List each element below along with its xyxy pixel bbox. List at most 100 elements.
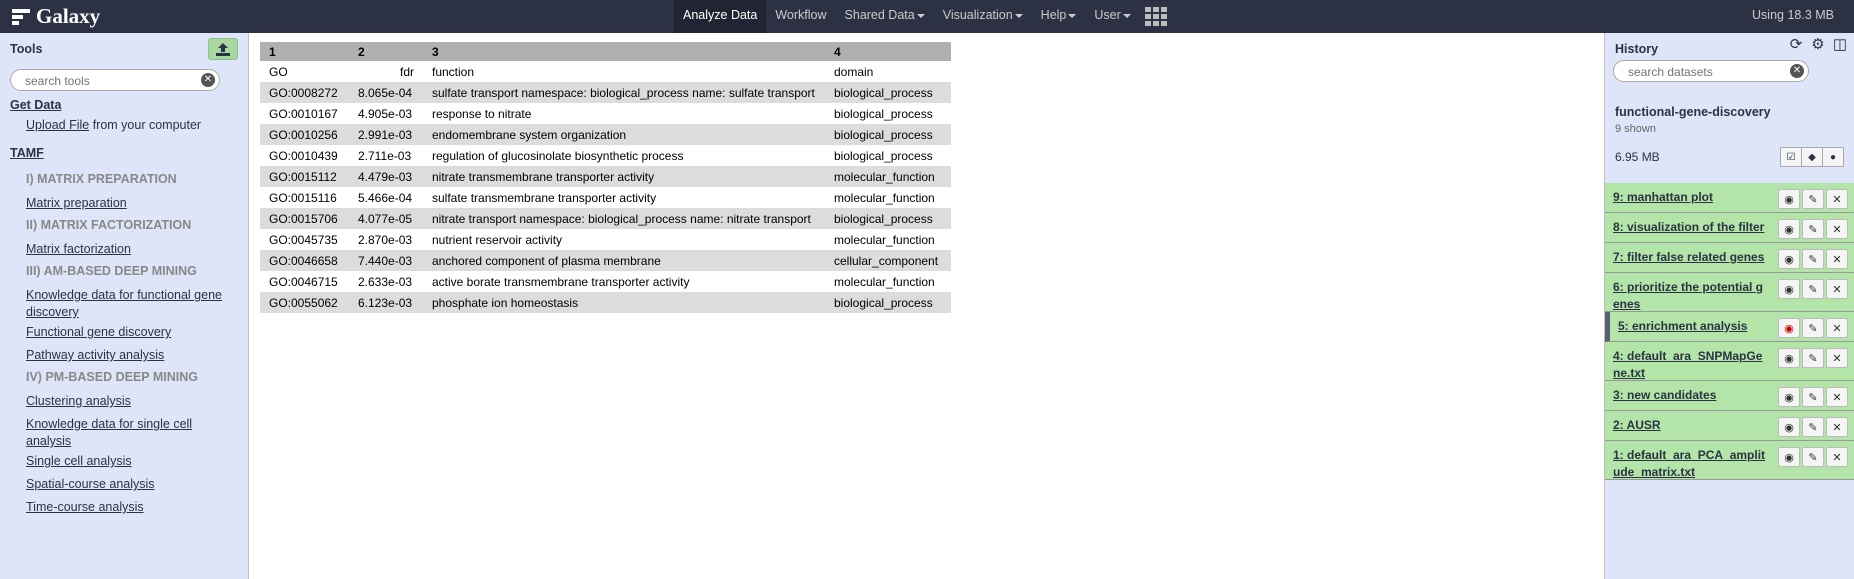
tool-section-get-data[interactable]: Get Data [10,98,61,112]
eye-icon[interactable]: ◉ [1778,249,1800,269]
tool-text[interactable]: Matrix factorization [26,242,131,256]
dataset-title[interactable]: 5: enrichment analysis [1618,318,1773,335]
tool-link[interactable]: Time-course analysis [26,499,226,516]
eye-icon[interactable]: ◉ [1778,318,1800,338]
nav-user[interactable]: User [1085,0,1139,33]
dataset-title[interactable]: 9: manhattan plot [1613,189,1768,206]
table-header-cell: fdr [399,64,414,79]
close-icon[interactable]: ✕ [1826,348,1848,368]
tool-link[interactable]: Knowledge data for single cell analysis [26,416,226,450]
close-icon[interactable]: ✕ [1826,318,1848,338]
table-row: GO:0015706 4.077e-05 nitrate transport nam… [260,208,951,229]
select-items-icon[interactable]: ☑ [1780,147,1802,167]
eye-icon[interactable]: ◉ [1778,348,1800,368]
table-cell: sulfate transport namespace: biological_… [423,82,825,103]
annotation-icon[interactable]: ● [1822,147,1844,167]
tool-text[interactable]: Knowledge data for functional gene disco… [26,288,222,319]
nav-analyze-data[interactable]: Analyze Data [674,0,767,33]
tool-search-input[interactable]: search tools ✕ [10,69,220,91]
close-icon[interactable]: ✕ [1826,219,1848,239]
table-cell: 2.633e-03 [358,274,413,289]
eye-icon[interactable]: ◉ [1778,219,1800,239]
apps-grid-icon[interactable] [1144,7,1167,26]
dataset-title[interactable]: 4: default_ara_SNPMapGene.txt [1613,348,1768,382]
tool-link[interactable]: Functional gene discovery [26,324,226,341]
nav-visualization[interactable]: Visualization [934,0,1032,33]
history-dataset[interactable]: 5: enrichment analysis ◉ ✎ ✕ [1605,312,1854,342]
pencil-icon[interactable]: ✎ [1802,318,1824,338]
nav-shared-data[interactable]: Shared Data [836,0,934,33]
tags-icon[interactable]: ◆ [1801,147,1823,167]
pencil-icon[interactable]: ✎ [1802,249,1824,269]
table-cell: active borate transmembrane transporter … [432,274,690,289]
tool-text[interactable]: Single cell analysis [26,454,132,468]
dataset-title[interactable]: 8: visualization of the filter [1613,219,1768,236]
close-icon[interactable]: ✕ [1826,417,1848,437]
tool-upload-file[interactable]: Upload File from your computer [26,117,226,134]
caret-down-icon [1122,13,1131,18]
close-icon[interactable]: ✕ [1826,279,1848,299]
clear-history-search-icon[interactable]: ✕ [1790,64,1804,78]
dataset-title[interactable]: 1: default_ara_PCA_amplitude_matrix.txt [1613,447,1768,481]
tool-link[interactable]: Matrix factorization [26,241,226,258]
tool-text[interactable]: Functional gene discovery [26,325,171,339]
pencil-icon[interactable]: ✎ [1802,417,1824,437]
history-dataset[interactable]: 4: default_ara_SNPMapGene.txt ◉ ✎ ✕ [1605,342,1854,381]
eye-icon[interactable]: ◉ [1778,279,1800,299]
tool-text[interactable]: Time-course analysis [26,500,144,514]
eye-icon[interactable]: ◉ [1778,417,1800,437]
nav-help[interactable]: Help [1032,0,1086,33]
tool-text[interactable]: Clustering analysis [26,394,131,408]
tool-text[interactable]: Pathway activity analysis [26,348,164,362]
tool-link[interactable]: Pathway activity analysis [26,347,226,364]
pencil-icon[interactable]: ✎ [1802,219,1824,239]
history-dataset[interactable]: 7: filter false related genes ◉ ✎ ✕ [1605,243,1854,273]
history-dataset[interactable]: 9: manhattan plot ◉ ✎ ✕ [1605,183,1854,213]
pencil-icon[interactable]: ✎ [1802,348,1824,368]
tool-text[interactable]: Knowledge data for single cell analysis [26,417,192,448]
nav-workflow[interactable]: Workflow [766,0,835,33]
eye-icon[interactable]: ◉ [1778,387,1800,407]
history-dataset[interactable]: 6: prioritize the potential genes ◉ ✎ ✕ [1605,273,1854,312]
table-row: GO:0055062 6.123e-03 phosphate ion homeost… [260,292,951,313]
history-tools: ☑ ◆ ● [1780,147,1844,167]
tool-link[interactable]: Matrix preparation [26,195,226,212]
close-icon[interactable]: ✕ [1826,249,1848,269]
tool-link[interactable]: Spatial-course analysis [26,476,226,493]
upload-file-link[interactable]: Upload File [26,118,89,132]
dataset-title[interactable]: 7: filter false related genes [1613,249,1768,266]
tool-link[interactable]: Clustering analysis [26,393,226,410]
table-cell: response to nitrate [432,106,532,121]
brand-link[interactable]: Galaxy [12,4,100,29]
history-dataset[interactable]: 2: AUSR ◉ ✎ ✕ [1605,411,1854,441]
pencil-icon[interactable]: ✎ [1802,189,1824,209]
pencil-icon[interactable]: ✎ [1802,387,1824,407]
nav-label: User [1094,8,1121,22]
pencil-icon[interactable]: ✎ [1802,279,1824,299]
tool-text[interactable]: Spatial-course analysis [26,477,155,491]
dataset-title[interactable]: 2: AUSR [1613,417,1768,434]
tool-link[interactable]: Single cell analysis [26,453,226,470]
pencil-icon[interactable]: ✎ [1802,447,1824,467]
columns-icon[interactable]: ◫ [1832,37,1848,53]
tool-link[interactable]: Knowledge data for functional gene disco… [26,287,226,321]
table-cell: regulation of glucosinolate biosynthetic… [432,148,684,163]
gear-icon[interactable]: ⚙ [1810,37,1826,53]
eye-icon[interactable]: ◉ [1778,447,1800,467]
history-dataset[interactable]: 8: visualization of the filter ◉ ✎ ✕ [1605,213,1854,243]
history-dataset[interactable]: 3: new candidates ◉ ✎ ✕ [1605,381,1854,411]
dataset-title[interactable]: 6: prioritize the potential genes [1613,279,1768,313]
clear-search-icon[interactable]: ✕ [201,73,215,87]
dataset-title[interactable]: 3: new candidates [1613,387,1768,404]
history-name[interactable]: functional-gene-discovery [1615,105,1771,119]
history-search-input[interactable]: search datasets ✕ [1613,60,1809,82]
refresh-icon[interactable]: ⟳ [1788,37,1804,53]
tool-text[interactable]: Matrix preparation [26,196,127,210]
close-icon[interactable]: ✕ [1826,189,1848,209]
eye-icon[interactable]: ◉ [1778,189,1800,209]
close-icon[interactable]: ✕ [1826,387,1848,407]
upload-button[interactable] [208,38,238,60]
tool-section-tamf[interactable]: TAMF [10,146,44,160]
close-icon[interactable]: ✕ [1826,447,1848,467]
history-dataset[interactable]: 1: default_ara_PCA_amplitude_matrix.txt ◉… [1605,441,1854,480]
